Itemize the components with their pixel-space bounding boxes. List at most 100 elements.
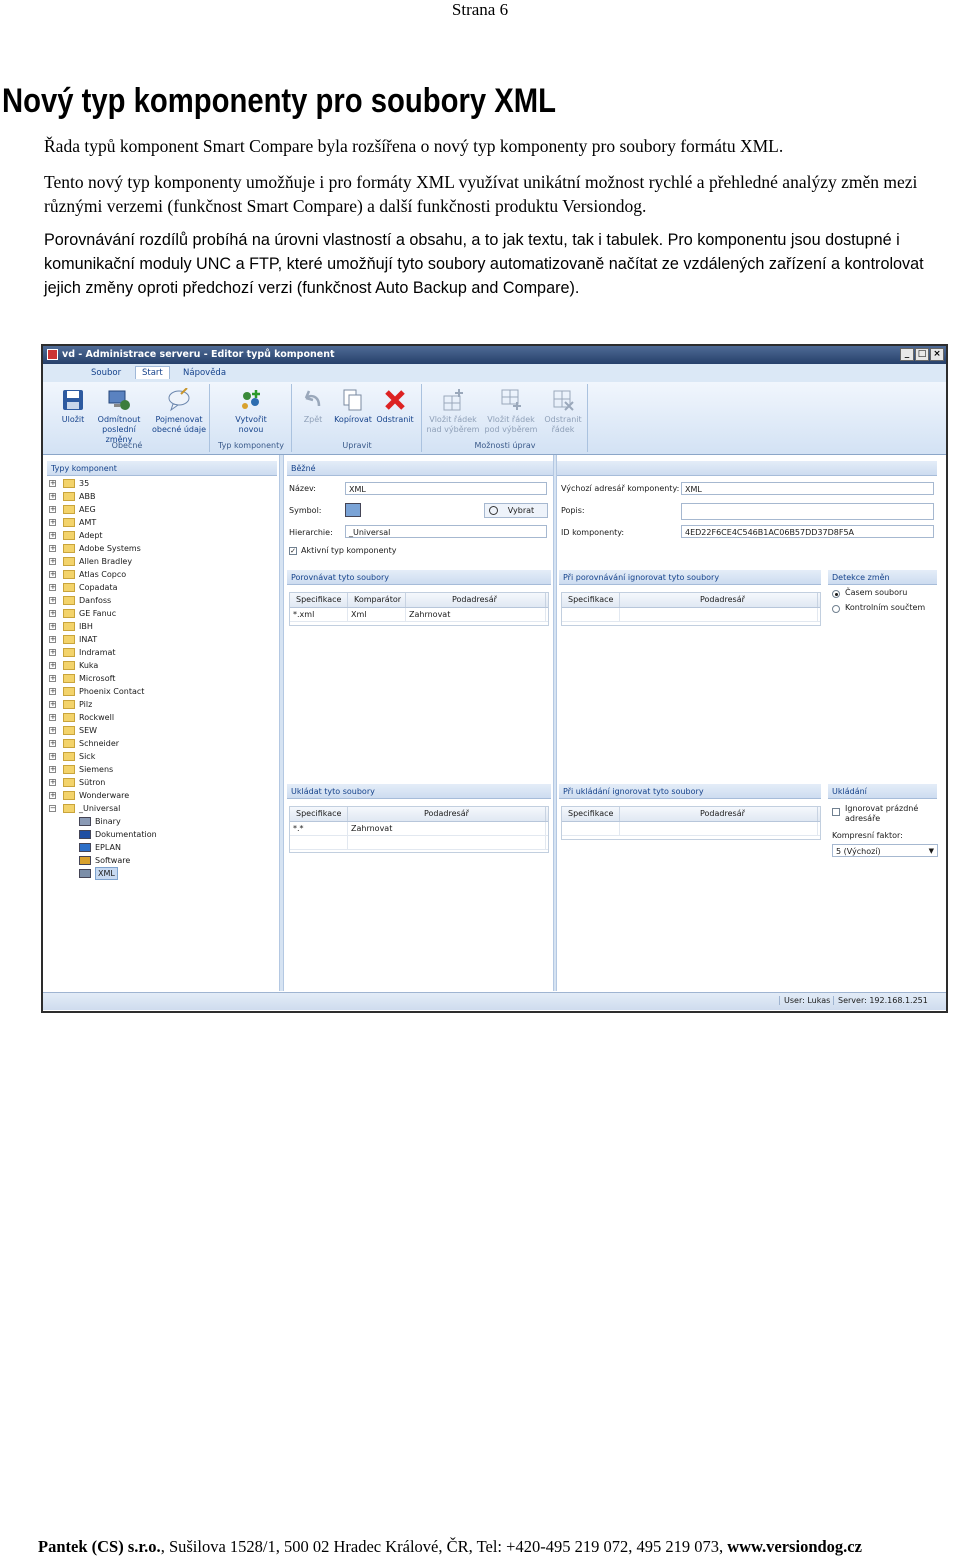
tree-item[interactable]: + AMT [49, 516, 269, 529]
insert-row-above-button[interactable]: Vložit řádek nad výběrem [425, 388, 481, 435]
expand-icon[interactable]: + [49, 597, 56, 604]
left-splitter[interactable] [279, 455, 284, 991]
choose-button[interactable]: Vybrat [484, 503, 548, 518]
expand-icon[interactable]: + [49, 779, 56, 786]
radio-file-time[interactable] [832, 590, 840, 598]
expand-icon[interactable]: + [49, 623, 56, 630]
default-dir-input[interactable]: XML [681, 482, 934, 495]
component-id-input[interactable]: 4ED22F6CE4C546B1AC06B57DD37D8F5A [681, 525, 934, 538]
rename-general-button[interactable]: Pojmenovat obecné údaje [151, 388, 207, 435]
expand-icon[interactable]: + [49, 584, 56, 591]
tree-item[interactable]: + Microsoft [49, 672, 269, 685]
expand-icon[interactable]: + [49, 688, 56, 695]
tree-item[interactable]: − _Universal [49, 802, 269, 815]
tree-item[interactable]: + Schneider [49, 737, 269, 750]
table-row[interactable] [290, 836, 548, 850]
expand-icon[interactable]: + [49, 727, 56, 734]
expand-icon[interactable]: + [49, 571, 56, 578]
expand-icon[interactable]: + [49, 558, 56, 565]
tree-item[interactable]: + GE Fanuc [49, 607, 269, 620]
middle-splitter[interactable] [553, 455, 557, 991]
tree-item[interactable]: + IBH [49, 620, 269, 633]
table-row[interactable]: *.xml Xml Zahrnovat [290, 608, 548, 622]
tree-item[interactable]: + Pilz [49, 698, 269, 711]
minimize-button[interactable]: _ [900, 348, 914, 361]
expand-icon[interactable]: + [49, 636, 56, 643]
maximize-button[interactable]: □ [915, 348, 929, 361]
tree-item[interactable]: + Kuka [49, 659, 269, 672]
expand-icon[interactable]: + [49, 493, 56, 500]
compare-files-grid[interactable]: Specifikace Komparátor Podadresář *.xml … [289, 592, 549, 626]
ignore-save-grid[interactable]: Specifikace Podadresář [561, 806, 821, 840]
table-row[interactable] [562, 608, 820, 622]
expand-icon[interactable]: + [49, 792, 56, 799]
expand-icon[interactable]: + [49, 545, 56, 552]
cell-spec[interactable]: *.* [290, 822, 348, 835]
description-input[interactable] [681, 503, 934, 520]
tree-item[interactable]: +35 [49, 477, 269, 490]
cell-subdir[interactable]: Zahrnovat [406, 608, 546, 621]
table-row[interactable]: *.* Zahrnovat [290, 822, 548, 836]
tree-subitem[interactable]: XML [49, 867, 269, 880]
tree-item[interactable]: + Danfoss [49, 594, 269, 607]
menu-start[interactable]: Start [135, 366, 170, 379]
expand-icon[interactable]: + [49, 610, 56, 617]
expand-icon[interactable]: + [49, 480, 56, 487]
expand-icon[interactable]: + [49, 766, 56, 773]
table-row[interactable] [562, 822, 820, 836]
tree-item[interactable]: + Allen Bradley [49, 555, 269, 568]
menu-napoveda[interactable]: Nápověda [177, 367, 232, 379]
expand-icon[interactable]: + [49, 714, 56, 721]
tree-item[interactable]: + Copadata [49, 581, 269, 594]
close-window-button[interactable]: × [930, 348, 944, 361]
insert-row-below-button[interactable]: Vložit řádek pod výběrem [483, 388, 539, 435]
tree-item[interactable]: + SEW [49, 724, 269, 737]
col-subdirectory[interactable]: Podadresář [406, 593, 546, 607]
tree-item[interactable]: + Phoenix Contact [49, 685, 269, 698]
tree-item[interactable]: + Indramat [49, 646, 269, 659]
cell-comparator[interactable]: Xml [348, 608, 406, 621]
create-new-button[interactable]: Vytvořit novou [223, 388, 279, 435]
expand-icon[interactable]: + [49, 506, 56, 513]
save-files-grid[interactable]: Specifikace Podadresář *.* Zahrnovat [289, 806, 549, 853]
footer-website[interactable]: www.versiondog.cz [727, 1537, 862, 1556]
expand-icon[interactable]: + [49, 519, 56, 526]
expand-icon[interactable]: + [49, 740, 56, 747]
active-type-checkbox[interactable]: ✓ [289, 547, 297, 555]
tree-item[interactable]: + ABB [49, 490, 269, 503]
tree-subitem[interactable]: Software [49, 854, 269, 867]
tree-item[interactable]: + Atlas Copco [49, 568, 269, 581]
tree-item[interactable]: + Sütron [49, 776, 269, 789]
tree-subitem[interactable]: Dokumentation [49, 828, 269, 841]
col-subdirectory[interactable]: Podadresář [620, 807, 818, 821]
name-input[interactable]: XML [345, 482, 547, 495]
ignore-compare-grid[interactable]: Specifikace Podadresář [561, 592, 821, 626]
expand-icon[interactable]: + [49, 532, 56, 539]
tree-item[interactable]: + Rockwell [49, 711, 269, 724]
tree-item[interactable]: + AEG [49, 503, 269, 516]
tree-item[interactable]: + Adept [49, 529, 269, 542]
delete-button[interactable]: Odstranit [367, 388, 423, 425]
radio-checksum[interactable] [832, 605, 840, 613]
tree-item[interactable]: + Siemens [49, 763, 269, 776]
col-subdirectory[interactable]: Podadresář [620, 593, 818, 607]
menu-soubor[interactable]: Soubor [85, 367, 127, 379]
col-specification[interactable]: Specifikace [290, 593, 348, 607]
expand-icon[interactable]: + [49, 701, 56, 708]
col-specification[interactable]: Specifikace [562, 807, 620, 821]
cell-subdir[interactable]: Zahrnovat [348, 822, 546, 835]
col-specification[interactable]: Specifikace [562, 593, 620, 607]
delete-row-button[interactable]: Odstranit řádek [535, 388, 591, 435]
tree-item[interactable]: + Adobe Systems [49, 542, 269, 555]
tree-subitem[interactable]: Binary [49, 815, 269, 828]
expand-icon[interactable]: + [49, 649, 56, 656]
col-subdirectory[interactable]: Podadresář [348, 807, 546, 821]
cell-spec[interactable]: *.xml [290, 608, 348, 621]
hierarchy-input[interactable]: _Universal [345, 525, 547, 538]
collapse-icon[interactable]: − [49, 805, 56, 812]
discard-changes-button[interactable]: Odmítnout poslední změny [91, 388, 147, 445]
tree-item[interactable]: + INAT [49, 633, 269, 646]
tree-item[interactable]: + Sick [49, 750, 269, 763]
tree-item[interactable]: + Wonderware [49, 789, 269, 802]
expand-icon[interactable]: + [49, 675, 56, 682]
